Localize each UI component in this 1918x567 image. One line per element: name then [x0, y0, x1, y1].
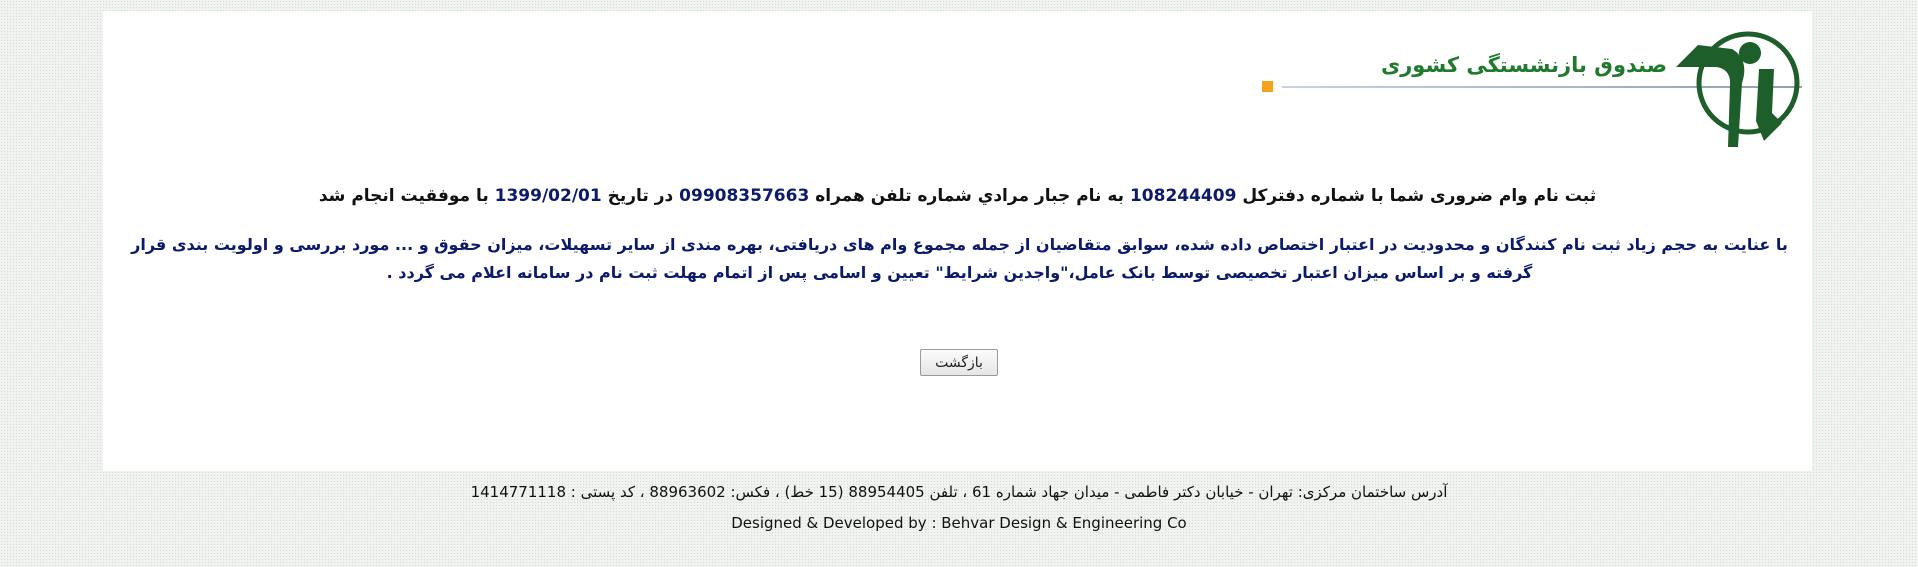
- organization-name: صندوق بازنشستگی کشوری: [1380, 53, 1667, 77]
- orange-square-icon: [1262, 81, 1273, 92]
- footer-address: آدرس ساختمان مرکزی: تهران - خیابان دکتر …: [470, 483, 1448, 501]
- message-date-text: در تاریخ: [607, 186, 674, 206]
- pension-fund-logo-icon: [1676, 31, 1800, 147]
- message-suffix: با موفقیت انجام شد: [318, 186, 489, 206]
- eligibility-notice: با عنایت به حجم زیاد ثبت نام کنندگان و م…: [131, 235, 1788, 282]
- footer-credit: Designed & Developed by : Behvar Design …: [731, 514, 1187, 532]
- registration-date: 1399/02/01: [494, 186, 602, 206]
- message-prefix: ثبت نام وام ضروری شما با شماره دفترکل: [1242, 186, 1597, 206]
- main-panel: صندوق بازنشستگی کشوری ثبت نام وام ضروری …: [103, 11, 1812, 471]
- back-button[interactable]: بازگشت: [920, 349, 998, 376]
- phone-number: 09908357663: [679, 186, 810, 206]
- message-name-phone-text: به نام جبار مرادي شماره تلفن همراه: [815, 186, 1125, 206]
- ledger-number: 108244409: [1129, 186, 1237, 206]
- logo-header: صندوق بازنشستگی کشوری: [1262, 23, 1802, 163]
- registration-success-message: ثبت نام وام ضروری شما با شماره دفترکل 10…: [103, 186, 1812, 206]
